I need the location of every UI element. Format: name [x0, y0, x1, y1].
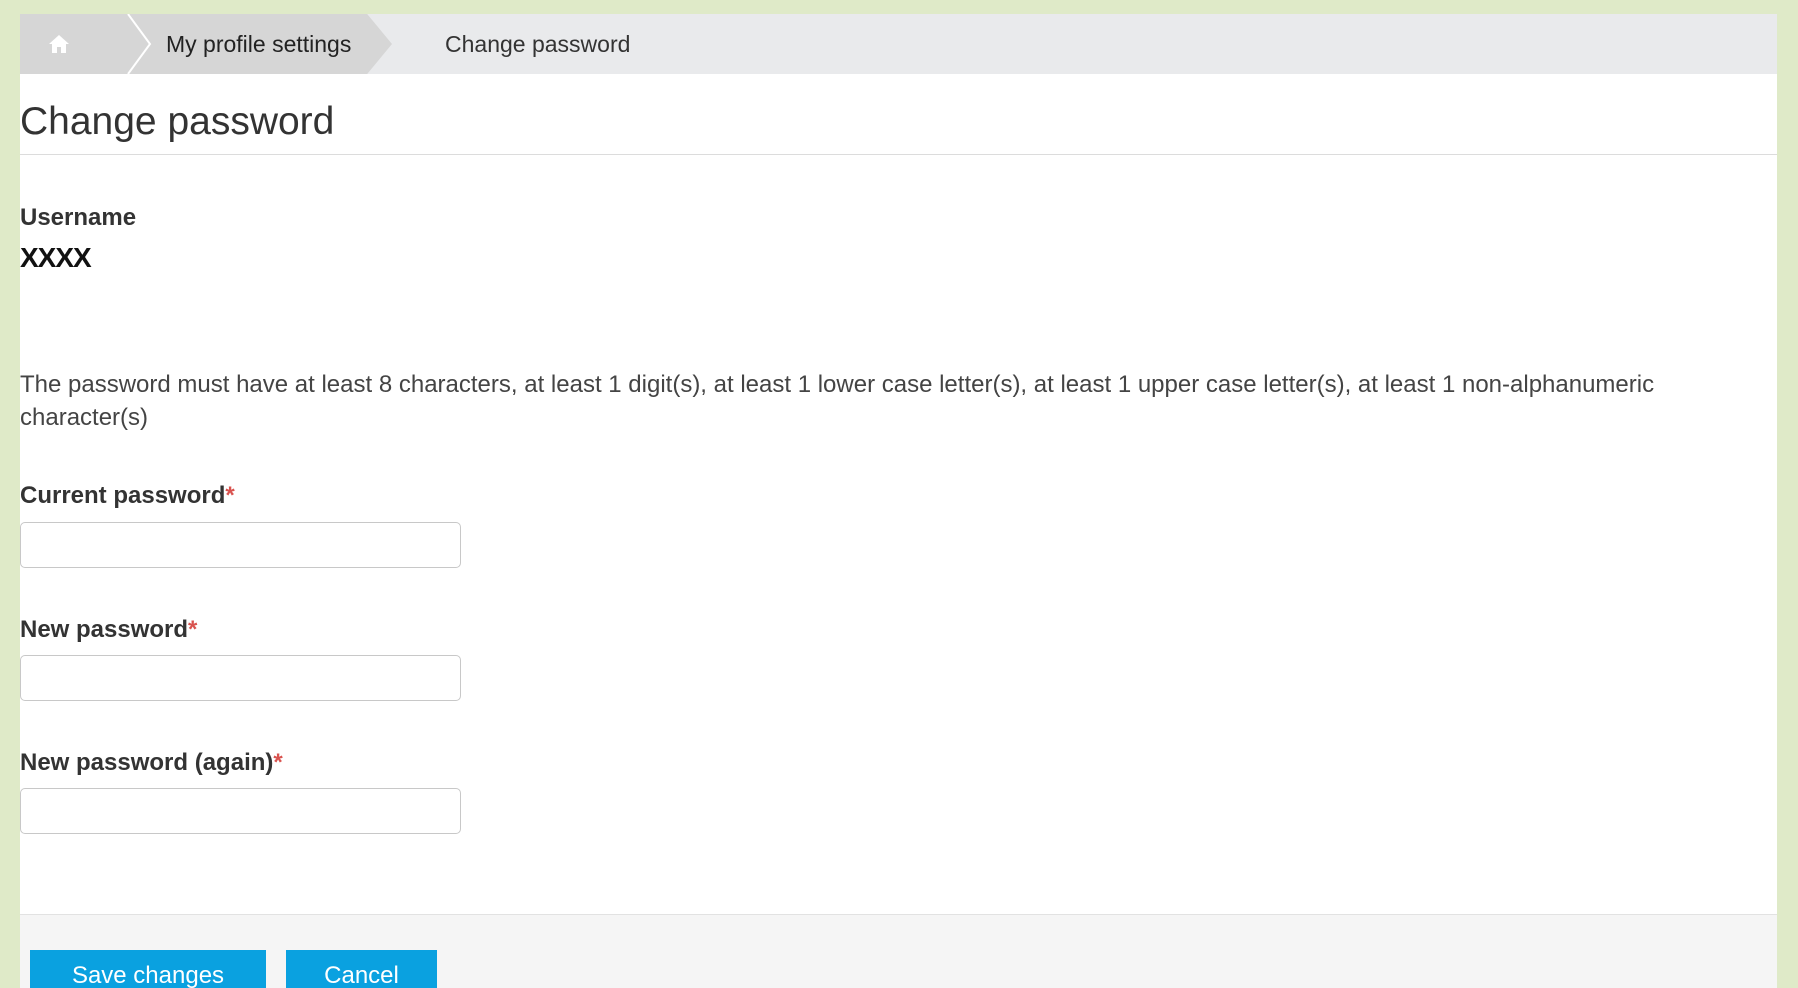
current-password-label-text: Current password	[20, 482, 226, 509]
breadcrumb-separator-icon	[116, 14, 152, 74]
new-password-input[interactable]	[20, 655, 461, 701]
username-label: Username	[20, 204, 137, 231]
new-password-label-text: New password	[20, 616, 189, 643]
home-icon[interactable]	[48, 33, 70, 55]
breadcrumb-home[interactable]	[20, 14, 130, 74]
current-password-input[interactable]	[20, 522, 461, 568]
password-rules-text: The password must have at least 8 charac…	[20, 371, 1655, 431]
confirm-password-label-text: New password (again)	[20, 749, 274, 776]
breadcrumb: My profile settings Change password	[20, 14, 1777, 74]
breadcrumb-item-current: Change password	[445, 30, 631, 57]
breadcrumb-item-profile-settings[interactable]: My profile settings	[166, 14, 351, 74]
page-title: Change password	[20, 100, 335, 143]
page-frame: My profile settings Change password Chan…	[20, 14, 1777, 988]
new-password-label: New password*	[20, 616, 197, 644]
title-divider	[20, 154, 1777, 155]
cancel-button[interactable]: Cancel	[286, 950, 437, 988]
save-changes-button[interactable]: Save changes	[30, 950, 266, 988]
confirm-password-label: New password (again)*	[20, 749, 283, 777]
required-marker: *	[225, 482, 235, 509]
username-value: XXXX	[20, 242, 92, 273]
required-marker: *	[188, 616, 198, 643]
confirm-password-input[interactable]	[20, 788, 461, 834]
form-actions-bar	[20, 914, 1777, 988]
current-password-label: Current password*	[20, 482, 235, 510]
required-marker: *	[273, 749, 283, 776]
